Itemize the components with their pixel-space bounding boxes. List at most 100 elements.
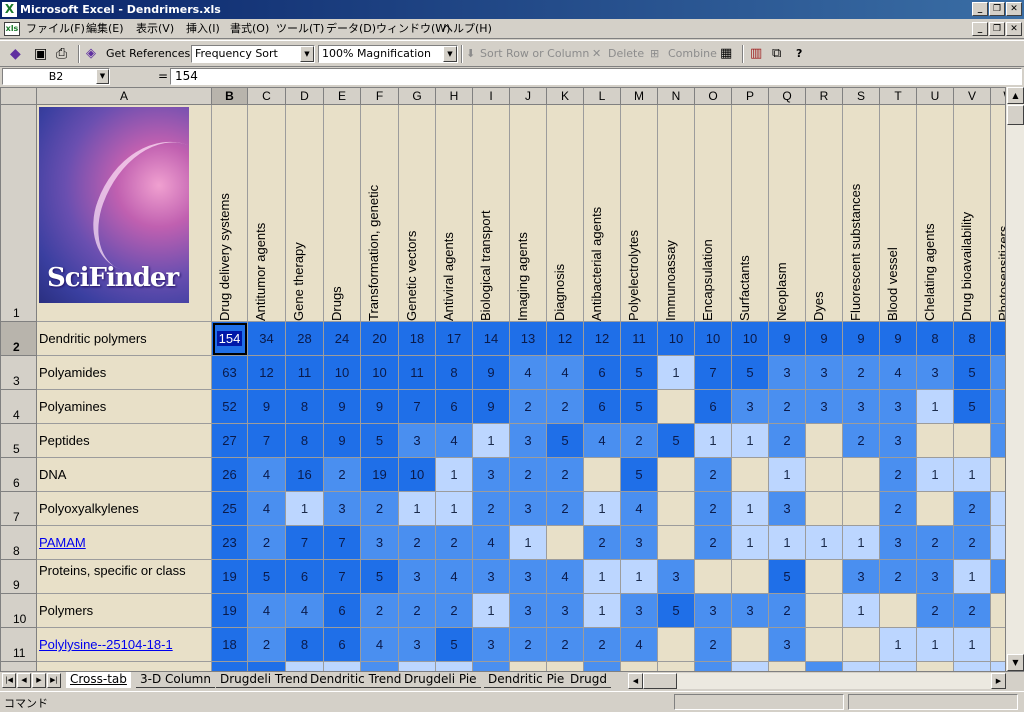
row-header[interactable]: 4 [0, 389, 37, 424]
data-cell[interactable]: 2 [879, 491, 917, 526]
data-cell[interactable]: 8 [953, 321, 991, 356]
data-cell[interactable]: 3 [620, 593, 658, 628]
data-cell[interactable]: 6 [583, 389, 621, 424]
menu-file[interactable]: ファイル(F) [26, 19, 85, 39]
help-icon[interactable]: ? [796, 44, 802, 64]
data-cell[interactable]: 3 [509, 423, 547, 458]
data-cell[interactable]: 5 [731, 355, 769, 390]
prev-sheet-icon[interactable]: ◀ [17, 673, 31, 688]
menu-insert[interactable]: 挿入(I) [186, 19, 220, 39]
data-cell[interactable]: 2 [842, 355, 880, 390]
data-cell[interactable]: 9 [323, 389, 361, 424]
data-cell[interactable]: 23 [211, 525, 248, 560]
data-cell[interactable]: 3 [842, 559, 880, 594]
data-cell[interactable]: 3 [509, 559, 547, 594]
scroll-left-icon[interactable]: ◀ [628, 673, 643, 689]
data-cell[interactable]: 1 [731, 661, 769, 671]
data-cell[interactable]: 1 [842, 661, 880, 671]
export-icon[interactable]: ⧉ [772, 44, 781, 64]
data-cell[interactable]: 1 [768, 457, 806, 492]
data-cell[interactable]: 12 [247, 355, 286, 390]
data-cell[interactable]: 1 [916, 627, 954, 662]
data-cell[interactable]: 3 [398, 559, 436, 594]
concept-header-cell[interactable]: Diagnosis [546, 104, 584, 322]
data-cell[interactable]: 4 [247, 491, 286, 526]
data-cell[interactable]: 6 [583, 355, 621, 390]
data-cell[interactable]: 11 [285, 355, 324, 390]
data-cell[interactable]: 2 [694, 525, 732, 560]
data-cell[interactable]: 8 [916, 321, 954, 356]
data-cell[interactable]: 19 [211, 559, 248, 594]
scroll-up-icon[interactable]: ▲ [1007, 87, 1024, 104]
data-cell[interactable]: 2 [472, 661, 510, 671]
data-cell[interactable] [546, 525, 584, 560]
data-cell[interactable] [657, 389, 695, 424]
data-cell[interactable]: 3 [323, 491, 361, 526]
concept-header-cell[interactable]: Transformation, genetic [360, 104, 399, 322]
row-header[interactable]: 1 [0, 104, 37, 322]
data-cell[interactable]: 1 [694, 423, 732, 458]
column-header-c[interactable]: C [247, 87, 286, 105]
data-cell[interactable]: 9 [323, 423, 361, 458]
data-cell[interactable] [953, 423, 991, 458]
data-cell[interactable]: 4 [247, 593, 286, 628]
data-cell[interactable]: 11 [620, 321, 658, 356]
concept-header-cell[interactable]: Dyes [805, 104, 843, 322]
vertical-scroll-thumb[interactable] [1007, 105, 1024, 125]
data-cell[interactable]: 2 [953, 491, 991, 526]
sheet-tab[interactable]: Dendritic Trend [306, 672, 406, 688]
menu-data[interactable]: データ(D) [326, 19, 376, 39]
data-cell[interactable]: 7 [247, 661, 286, 671]
data-cell[interactable]: 7 [323, 525, 361, 560]
data-cell[interactable]: 3 [472, 627, 510, 662]
data-cell[interactable] [805, 491, 843, 526]
data-cell[interactable]: 16 [285, 457, 324, 492]
column-header-f[interactable]: F [360, 87, 399, 105]
column-header-v[interactable]: V [953, 87, 991, 105]
save-icon[interactable]: ▣ [34, 44, 47, 64]
concept-header-cell[interactable]: Surfactants [731, 104, 769, 322]
substance-label[interactable]: Polylysine--25104-18-1 [36, 627, 212, 662]
row-header[interactable]: 11 [0, 627, 37, 662]
select-all-corner[interactable] [0, 87, 37, 105]
data-cell[interactable]: 1 [953, 559, 991, 594]
data-cell[interactable]: 6 [323, 627, 361, 662]
concept-header-cell[interactable]: Genetic vectors [398, 104, 436, 322]
data-cell[interactable]: 17 [435, 321, 473, 356]
data-cell[interactable]: 7 [323, 559, 361, 594]
sheet-tab[interactable]: Cross-tab [66, 672, 131, 688]
data-cell[interactable]: 2 [360, 593, 399, 628]
data-cell[interactable]: 2 [953, 525, 991, 560]
data-cell[interactable]: 19 [360, 457, 399, 492]
data-cell[interactable]: 5 [435, 627, 473, 662]
data-cell[interactable]: 1 [323, 661, 361, 671]
column-header-a[interactable]: A [36, 87, 212, 105]
data-cell[interactable]: 3 [546, 593, 584, 628]
data-cell[interactable]: 2 [990, 559, 1005, 594]
data-cell[interactable] [768, 661, 806, 671]
data-cell[interactable]: 2 [768, 593, 806, 628]
menu-help[interactable]: ヘルプ(H) [442, 19, 492, 39]
column-header-p[interactable]: P [731, 87, 769, 105]
data-cell[interactable]: 63 [211, 355, 248, 390]
data-cell[interactable]: 1 [879, 661, 917, 671]
sheet-tab[interactable]: 3-D Column [136, 672, 215, 688]
column-header-q[interactable]: Q [768, 87, 806, 105]
data-cell[interactable]: 6 [323, 593, 361, 628]
workbook-icon[interactable]: xls [4, 22, 20, 36]
data-cell[interactable]: 2 [435, 525, 473, 560]
data-cell[interactable]: 154 [211, 321, 248, 356]
data-cell[interactable]: 2 [879, 559, 917, 594]
data-cell[interactable] [805, 627, 843, 662]
data-cell[interactable] [657, 627, 695, 662]
data-cell[interactable]: 2 [842, 423, 880, 458]
data-cell[interactable]: 3 [842, 389, 880, 424]
data-cell[interactable]: 9 [472, 355, 510, 390]
row-header[interactable]: 9 [0, 559, 37, 594]
data-cell[interactable]: 1 [731, 491, 769, 526]
concept-header-cell[interactable]: Chelating agents [916, 104, 954, 322]
sheet-tab[interactable]: Drugdeli Trend [216, 672, 312, 688]
data-cell[interactable]: 3 [694, 661, 732, 671]
column-header-e[interactable]: E [323, 87, 361, 105]
data-cell[interactable] [805, 457, 843, 492]
